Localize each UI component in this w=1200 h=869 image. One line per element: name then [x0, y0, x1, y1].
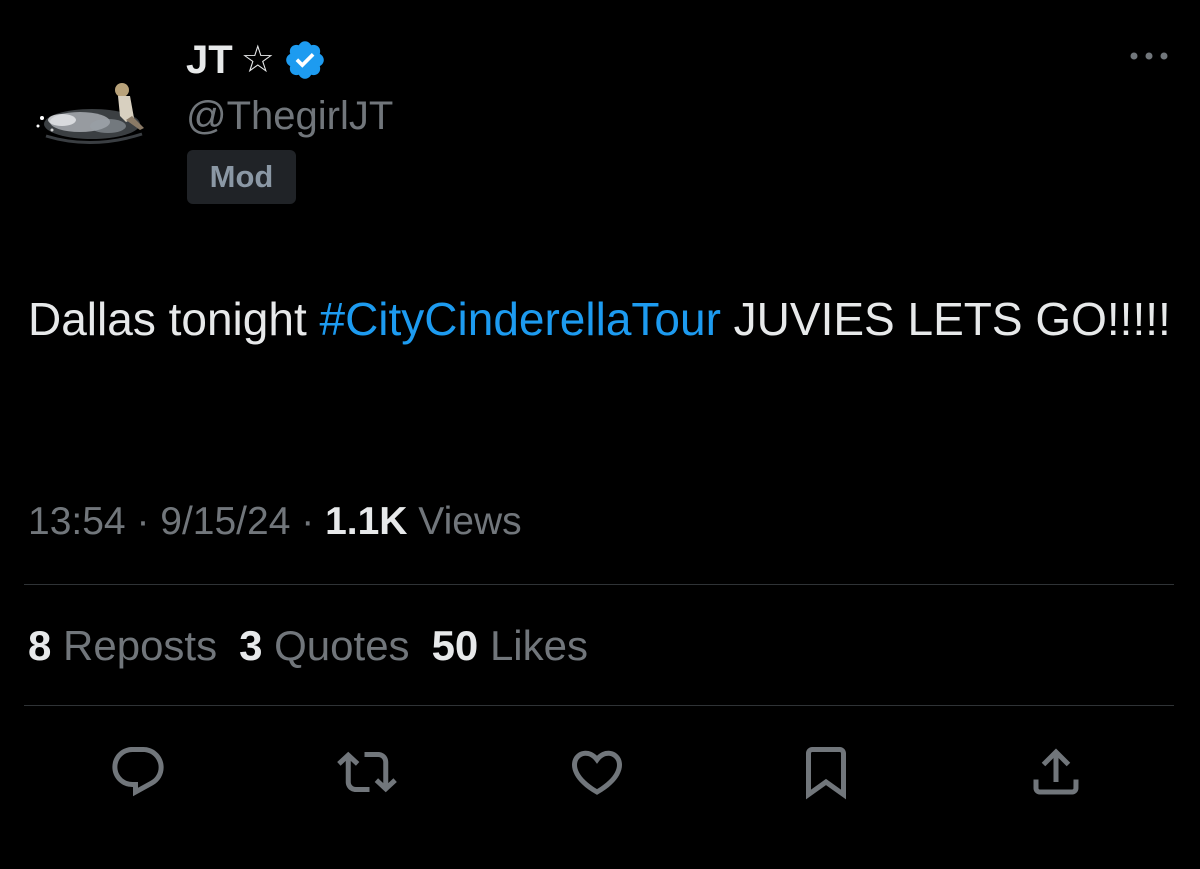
- tweet-text-before: Dallas tonight: [28, 293, 320, 345]
- tweet-time[interactable]: 13:54: [28, 500, 126, 543]
- action-bar: [0, 740, 1200, 804]
- avatar-image: [36, 83, 144, 144]
- reposts-label: Reposts: [51, 622, 218, 669]
- repost-button[interactable]: [335, 740, 399, 804]
- share-button[interactable]: [1024, 740, 1088, 804]
- engagement-stats: 8 Reposts 3 Quotes 50 Likes: [28, 622, 610, 670]
- quotes-label: Quotes: [262, 622, 410, 669]
- repost-icon: [337, 751, 397, 793]
- likes-label: Likes: [478, 622, 588, 669]
- divider: [24, 705, 1174, 706]
- tweet-text: Dallas tonight #CityCinderellaTour JUVIE…: [28, 287, 1178, 351]
- reply-icon: [112, 747, 164, 797]
- meta-separator: ·: [290, 500, 326, 543]
- share-icon: [1033, 748, 1079, 795]
- bookmark-icon: [806, 747, 846, 800]
- reposts-stat[interactable]: 8 Reposts: [28, 622, 217, 669]
- like-icon: [571, 750, 623, 795]
- author-name-row[interactable]: JT ☆: [186, 34, 327, 86]
- tweet-meta: 13:54 · 9/15/24 · 1.1K Views: [28, 498, 522, 546]
- author-handle[interactable]: @ThegirlJT: [186, 94, 393, 138]
- reply-button[interactable]: [106, 740, 170, 804]
- quotes-stat[interactable]: 3 Quotes: [239, 622, 409, 669]
- bookmark-button[interactable]: [794, 740, 858, 804]
- like-button[interactable]: [565, 740, 629, 804]
- likes-count: 50: [431, 622, 479, 669]
- quotes-count: 3: [239, 622, 263, 669]
- more-horizontal-icon: [1130, 52, 1168, 60]
- views-count: 1.1K: [325, 500, 408, 543]
- divider: [24, 584, 1174, 585]
- meta-separator: ·: [125, 500, 161, 543]
- views-label: Views: [407, 500, 522, 543]
- reposts-count: 8: [28, 622, 52, 669]
- tweet-text-after: JUVIES LETS GO!!!!!: [720, 293, 1171, 345]
- mod-badge: Mod: [187, 150, 296, 204]
- author-display-name[interactable]: JT: [186, 40, 233, 80]
- likes-stat[interactable]: 50 Likes: [432, 622, 588, 669]
- more-options-button[interactable]: [1125, 40, 1173, 72]
- tweet-date[interactable]: 9/15/24: [160, 500, 290, 543]
- avatar[interactable]: [22, 60, 168, 170]
- hashtag-link[interactable]: #CityCinderellaTour: [320, 293, 721, 345]
- star-glyph: ☆: [240, 39, 275, 81]
- verified-badge-icon[interactable]: [283, 38, 327, 82]
